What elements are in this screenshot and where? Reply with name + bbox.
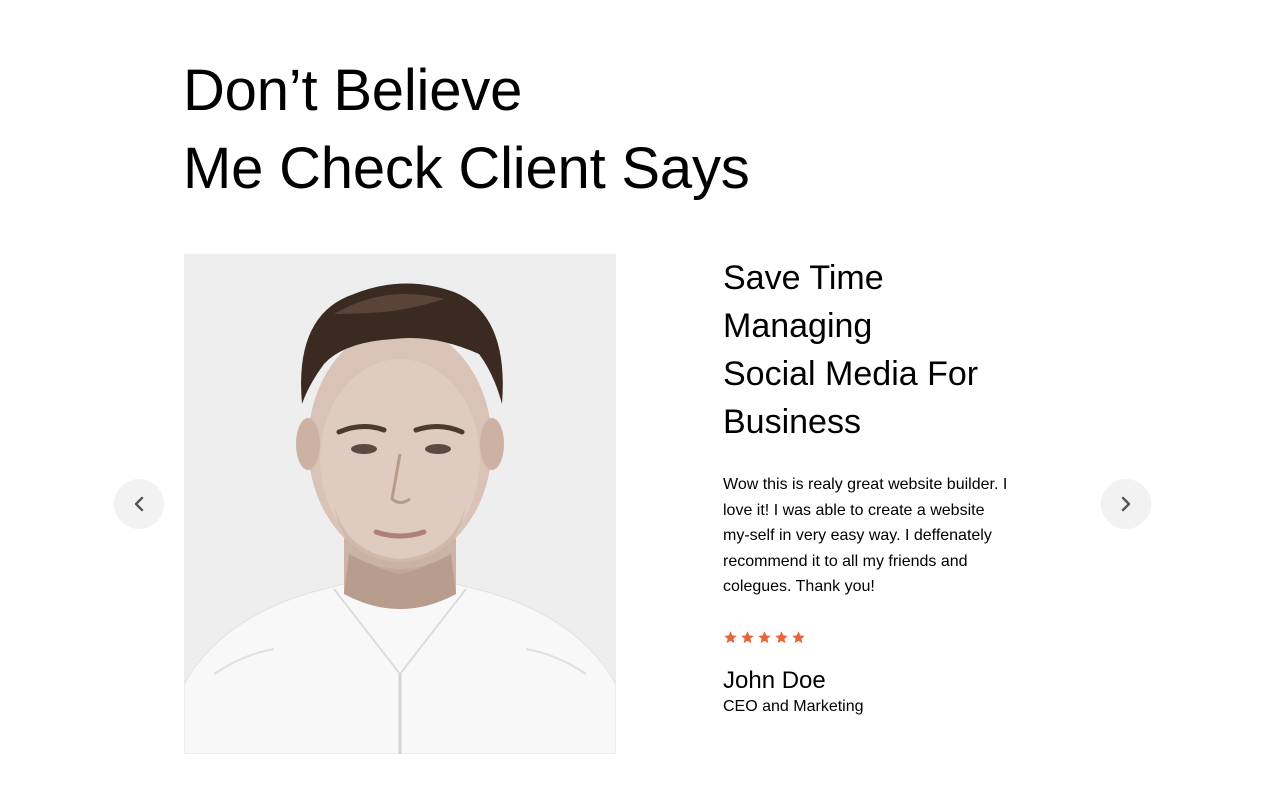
testimonial-title-line: Managing — [723, 307, 873, 345]
heading-line-2: Me Check Client Says — [183, 136, 750, 201]
client-name: John Doe — [723, 666, 826, 694]
star-icon — [741, 631, 754, 644]
client-role: CEO and Marketing — [723, 697, 864, 715]
testimonial-title-line: Save Time — [723, 259, 884, 297]
client-photo — [184, 254, 616, 754]
testimonial-title-line: Social Media For — [723, 355, 979, 393]
chevron-right-icon — [1121, 496, 1131, 512]
prev-testimonial-button[interactable] — [114, 479, 164, 529]
chevron-left-icon — [134, 496, 144, 512]
star-icon — [758, 631, 771, 644]
star-icon — [775, 631, 788, 644]
testimonial-content: Save Time Managing Social Media For Busi… — [723, 254, 1023, 717]
heading-line-1: Don’t Believe — [183, 58, 523, 123]
star-icon — [724, 631, 737, 644]
testimonial-title-line: Business — [723, 403, 861, 441]
section-heading: Don’t Believe Me Check Client Says — [183, 52, 750, 208]
star-icon — [792, 631, 805, 644]
testimonial-title: Save Time Managing Social Media For Busi… — [723, 254, 1023, 446]
star-rating — [723, 630, 1023, 646]
testimonial-quote: Wow this is realy great website builder.… — [723, 476, 1008, 596]
next-testimonial-button[interactable] — [1101, 479, 1151, 529]
